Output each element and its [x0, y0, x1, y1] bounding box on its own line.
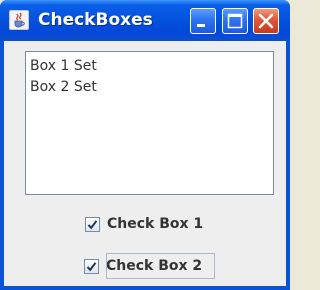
checkbox-1-box[interactable] [85, 216, 100, 232]
focus-indicator [106, 253, 215, 279]
java-cup-icon[interactable] [9, 10, 29, 30]
check-box-1[interactable]: Check Box 1 [82, 212, 222, 236]
content-pane: Box 1 Set Box 2 Set Check Box 1 Check Bo… [4, 41, 286, 286]
checkmark-icon [86, 261, 97, 271]
maximize-icon [227, 13, 243, 29]
title-bar[interactable]: CheckBoxes [0, 0, 290, 41]
app-window: CheckBoxes Box 1 Set Box 2 Set Check Box… [0, 0, 290, 290]
minimize-button[interactable] [190, 8, 216, 34]
close-icon [258, 13, 274, 29]
window-title: CheckBoxes [38, 10, 153, 30]
output-line: Box 1 Set [30, 58, 97, 74]
checkbox-1-label[interactable]: Check Box 1 [107, 216, 203, 232]
checkbox-2-box[interactable] [84, 258, 99, 274]
output-line: Box 2 Set [30, 79, 97, 95]
maximize-button[interactable] [222, 8, 248, 34]
close-button[interactable] [253, 8, 279, 34]
minimize-icon [197, 24, 205, 27]
output-text-area[interactable]: Box 1 Set Box 2 Set [25, 51, 274, 195]
checkmark-icon [87, 219, 98, 229]
